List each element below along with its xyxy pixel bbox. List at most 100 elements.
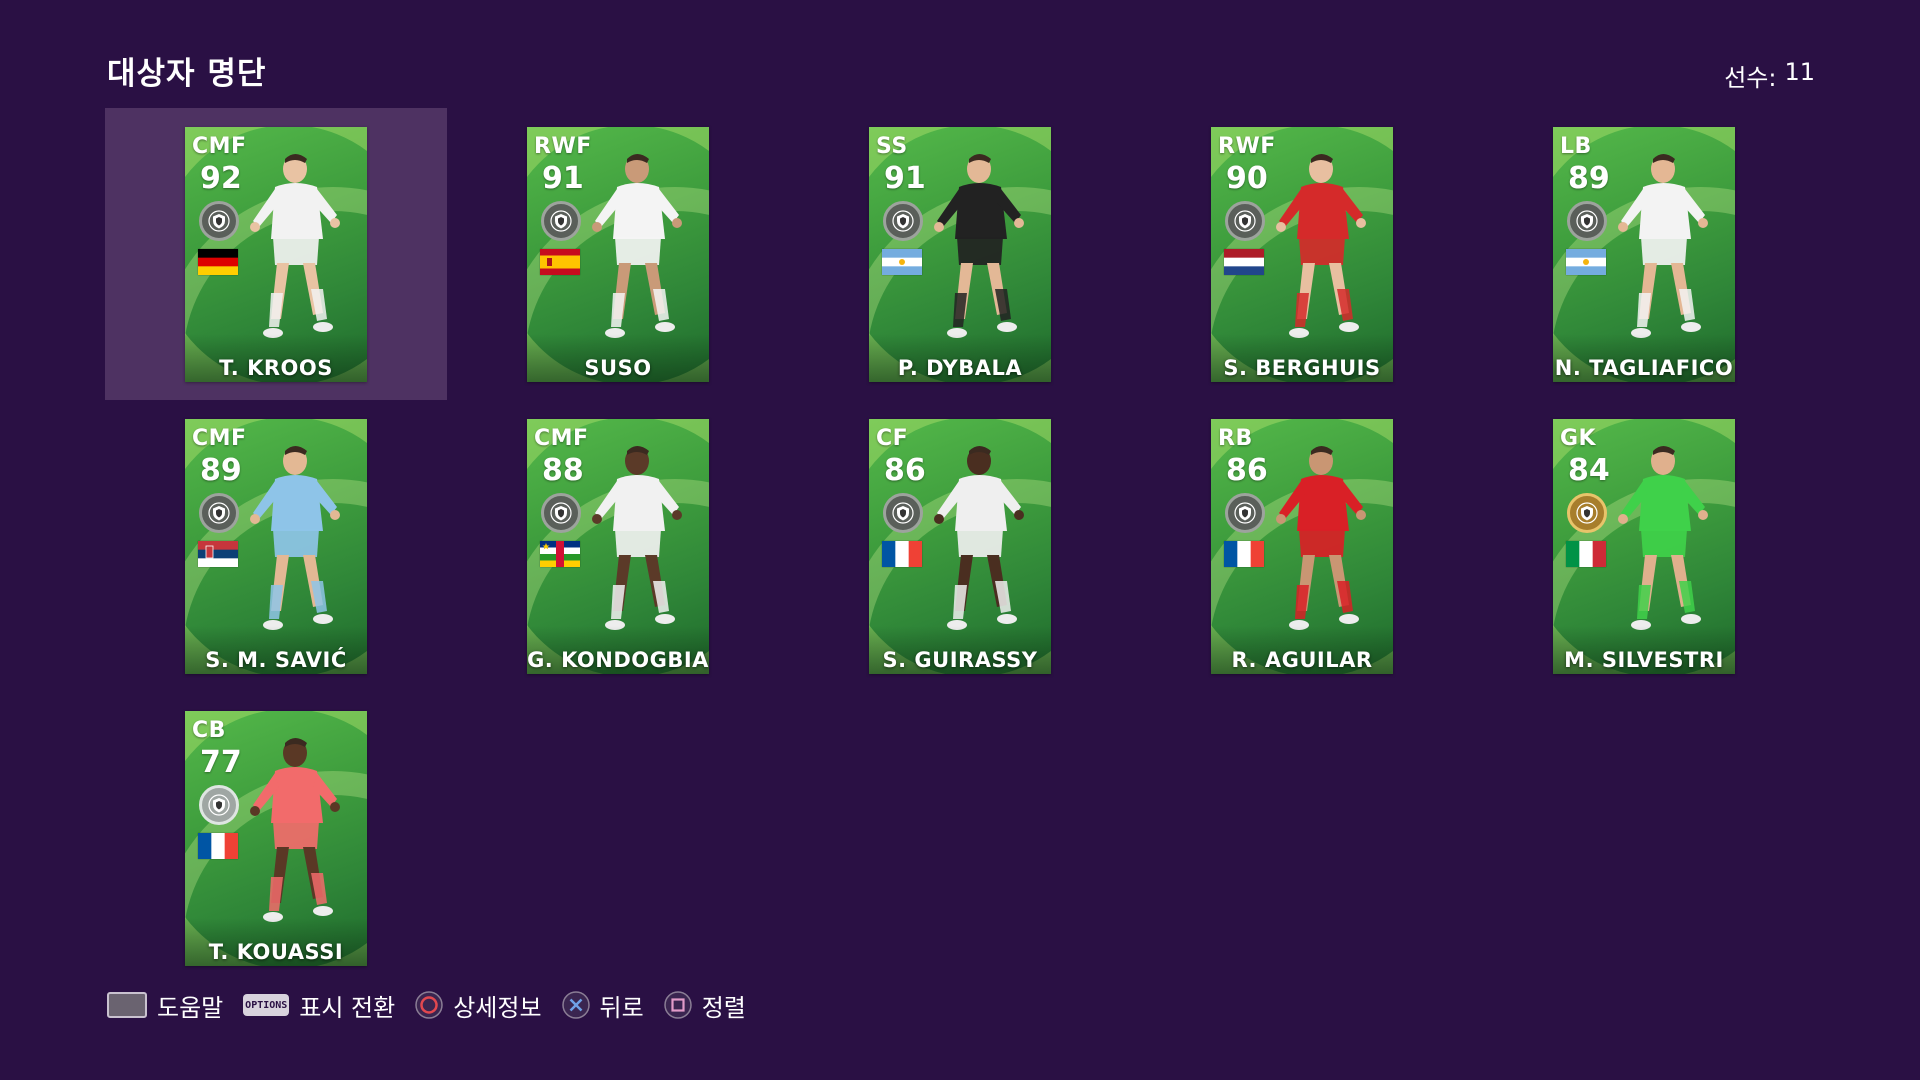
player-name: R. AGUILAR xyxy=(1231,647,1373,672)
player-name: S. GUIRASSY xyxy=(882,647,1038,672)
player-card[interactable]: GK 84 M. SILVESTRI xyxy=(1553,418,1735,674)
hint-help[interactable]: 도움말 xyxy=(107,988,223,1023)
hint-label: 뒤로 xyxy=(599,993,644,1022)
nationality-flag-icon xyxy=(1566,540,1606,567)
player-count: 선수: 11 xyxy=(1724,58,1815,93)
player-grid: CMF 92 T. KROOS RWF 91 SUSO SS 91 P. DYB… xyxy=(105,108,1815,988)
player-position: CMF xyxy=(192,425,247,451)
player-slot[interactable]: CMF 92 T. KROOS xyxy=(105,108,447,400)
player-name: SUSO xyxy=(584,355,652,380)
card-type-badge-icon xyxy=(541,492,581,533)
player-name: S. BERGHUIS xyxy=(1223,355,1381,380)
nationality-flag-icon xyxy=(882,248,922,275)
player-slot[interactable]: CB 77 T. KOUASSI xyxy=(105,692,447,984)
player-name: M. SILVESTRI xyxy=(1564,647,1724,672)
player-image xyxy=(1605,435,1717,645)
player-image xyxy=(579,435,691,645)
player-card[interactable]: CMF 88 G. KONDOGBIA xyxy=(527,418,709,674)
player-slot[interactable]: RWF 91 SUSO xyxy=(447,108,789,400)
player-rating: 91 xyxy=(542,160,584,196)
player-rating: 89 xyxy=(200,452,242,488)
player-name: P. DYBALA xyxy=(897,355,1023,380)
player-count-label: 선수: xyxy=(1724,64,1777,92)
nationality-flag-icon xyxy=(540,540,580,567)
nationality-flag-icon xyxy=(882,540,922,567)
player-card[interactable]: RWF 91 SUSO xyxy=(527,126,709,382)
player-image xyxy=(1263,435,1375,645)
player-name: N. TAGLIAFICO xyxy=(1554,355,1734,380)
lineup-screen: 대상자 명단 선수: 11 CMF 92 T. KROOS RWF 91 SUS… xyxy=(0,0,1920,1080)
player-card[interactable]: SS 91 P. DYBALA xyxy=(869,126,1051,382)
touchpad-icon xyxy=(107,992,147,1018)
square-icon xyxy=(663,991,692,1019)
player-rating: 91 xyxy=(884,160,926,196)
player-slot[interactable]: RWF 90 S. BERGHUIS xyxy=(1131,108,1473,400)
player-name: S. M. SAVIĆ xyxy=(205,647,347,672)
hint-back[interactable]: 뒤로 xyxy=(561,988,644,1023)
player-image xyxy=(921,143,1033,353)
player-rating: 88 xyxy=(542,452,584,488)
hint-label: 정렬 xyxy=(701,993,746,1022)
player-card[interactable]: CMF 92 T. KROOS xyxy=(185,126,367,382)
circle-icon xyxy=(415,991,443,1019)
player-slot[interactable]: CMF 88 G. KONDOGBIA xyxy=(447,400,789,692)
player-position: CB xyxy=(192,717,226,743)
player-slot[interactable]: LB 89 N. TAGLIAFICO xyxy=(1473,108,1815,400)
player-rating: 86 xyxy=(1226,452,1268,488)
card-type-badge-icon xyxy=(1225,200,1265,241)
card-type-badge-icon xyxy=(1567,492,1607,533)
player-rating: 89 xyxy=(1568,160,1610,196)
player-card[interactable]: RB 86 R. AGUILAR xyxy=(1211,418,1393,674)
player-rating: 92 xyxy=(200,160,242,196)
player-rating: 84 xyxy=(1568,452,1610,488)
nationality-flag-icon xyxy=(540,248,580,275)
nationality-flag-icon xyxy=(1566,248,1606,275)
player-position: GK xyxy=(1560,425,1597,451)
button-hint-bar: 도움말 OPTIONS 표시 전환 상세정보 뒤로 정렬 xyxy=(107,988,766,1022)
player-card[interactable]: CB 77 T. KOUASSI xyxy=(185,710,367,966)
player-image xyxy=(579,143,691,353)
player-slot[interactable]: GK 84 M. SILVESTRI xyxy=(1473,400,1815,692)
card-type-badge-icon xyxy=(1567,200,1607,241)
player-image xyxy=(237,143,349,353)
player-card[interactable]: RWF 90 S. BERGHUIS xyxy=(1211,126,1393,382)
hint-label: 상세정보 xyxy=(453,993,542,1022)
card-type-badge-icon xyxy=(883,200,923,241)
player-card[interactable]: CMF 89 S. M. SAVIĆ xyxy=(185,418,367,674)
player-rating: 90 xyxy=(1226,160,1268,196)
nationality-flag-icon xyxy=(1224,248,1264,275)
player-card[interactable]: LB 89 N. TAGLIAFICO xyxy=(1553,126,1735,382)
hint-sort[interactable]: 정렬 xyxy=(663,988,746,1023)
player-position: RB xyxy=(1218,425,1253,451)
player-card[interactable]: CF 86 S. GUIRASSY xyxy=(869,418,1051,674)
player-slot[interactable]: CMF 89 S. M. SAVIĆ xyxy=(105,400,447,692)
player-rating: 86 xyxy=(884,452,926,488)
player-slot[interactable]: RB 86 R. AGUILAR xyxy=(1131,400,1473,692)
nationality-flag-icon xyxy=(198,832,238,859)
player-image xyxy=(921,435,1033,645)
nationality-flag-icon xyxy=(198,248,238,275)
player-position: LB xyxy=(1560,133,1592,159)
card-type-badge-icon xyxy=(199,784,239,825)
hint-details[interactable]: 상세정보 xyxy=(415,988,542,1023)
cross-icon xyxy=(561,991,590,1019)
card-type-badge-icon xyxy=(883,492,923,533)
player-position: CF xyxy=(876,425,909,451)
player-name: T. KOUASSI xyxy=(208,939,344,964)
player-position: CMF xyxy=(192,133,247,159)
card-type-badge-icon xyxy=(541,200,581,241)
card-type-badge-icon xyxy=(1225,492,1265,533)
player-count-value: 11 xyxy=(1784,58,1815,86)
player-name: T. KROOS xyxy=(219,355,333,380)
page-title: 대상자 명단 xyxy=(107,56,267,92)
player-name: G. KONDOGBIA xyxy=(527,647,709,672)
player-position: SS xyxy=(876,133,908,159)
card-type-badge-icon xyxy=(199,492,239,533)
player-rating: 77 xyxy=(200,744,242,780)
nationality-flag-icon xyxy=(198,540,238,567)
player-position: RWF xyxy=(1218,133,1276,159)
hint-toggle-display[interactable]: OPTIONS 표시 전환 xyxy=(243,988,395,1023)
player-slot[interactable]: CF 86 S. GUIRASSY xyxy=(789,400,1131,692)
player-slot[interactable]: SS 91 P. DYBALA xyxy=(789,108,1131,400)
options-icon: OPTIONS xyxy=(243,994,290,1016)
